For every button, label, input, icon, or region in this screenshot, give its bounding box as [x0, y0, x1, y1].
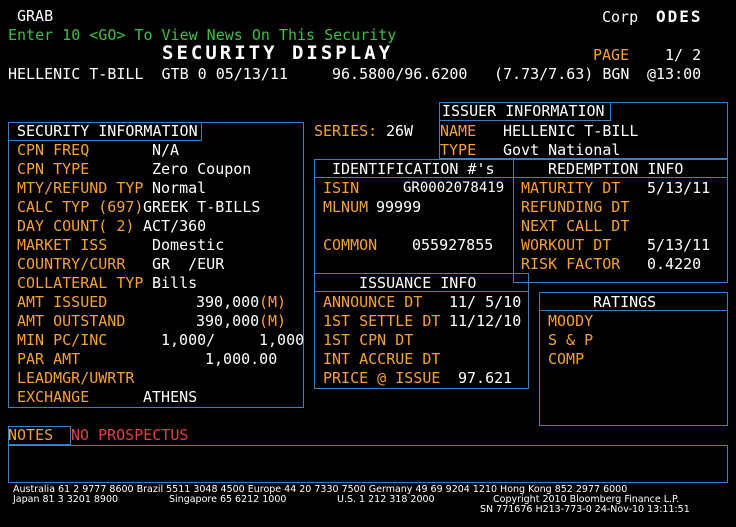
sec-value: Normal	[152, 179, 207, 197]
series-label: SERIES:	[314, 122, 378, 140]
redemption-title: REDEMPTION INFO	[548, 160, 684, 178]
notes-value: NO PROSPECTUS	[71, 426, 189, 444]
rating-agency: MOODY	[548, 312, 594, 330]
sec-label: CPN TYPE	[17, 160, 90, 178]
sec-value: ATHENS	[143, 388, 198, 406]
rating-agency: S & P	[548, 331, 594, 349]
issuance-label: INT ACCRUE DT	[323, 350, 441, 368]
sec-value: 390,000	[196, 293, 260, 311]
odes-label: ODES	[656, 7, 703, 26]
grab-label: GRAB	[17, 7, 54, 25]
issuer-type-value: Govt National	[503, 141, 621, 159]
sec-label: CPN FREQ	[17, 141, 90, 159]
sec-label: CALC TYP (697)	[17, 198, 144, 216]
issuer-info-title: ISSUER INFORMATION	[442, 102, 605, 120]
security-line: HELLENIC T-BILL GTB 0 05/13/11	[8, 65, 288, 83]
footer-us: U.S. 1 212 318 2000	[337, 494, 435, 505]
sec-label: EXCHANGE	[17, 388, 90, 406]
notes-label: NOTES	[8, 426, 54, 444]
sec-label: MTY/REFUND TYP	[17, 179, 144, 197]
issuance-label: PRICE @ ISSUE	[323, 369, 441, 387]
redemption-label: MATURITY DT	[521, 179, 621, 197]
price-time: @13:00	[647, 65, 702, 83]
identification-title: IDENTIFICATION #'s	[332, 160, 495, 178]
footer-japan: Japan 81 3 3201 8900	[13, 494, 119, 505]
redemption-value: 5/13/11	[647, 236, 711, 254]
corp-label: Corp	[602, 8, 639, 26]
sec-value: 1,000.00	[205, 350, 278, 368]
sec-label: LEADMGR/UWRTR	[17, 369, 135, 387]
bid-ask-yield: (7.73/7.63) BGN	[494, 65, 630, 83]
bid-ask-price: 96.5800/96.6200	[332, 65, 468, 83]
redemption-value: 5/13/11	[647, 179, 711, 197]
sec-value: Domestic	[152, 236, 225, 254]
security-info-title: SECURITY INFORMATION	[17, 122, 198, 140]
issuance-label: 1ST SETTLE DT	[323, 312, 441, 330]
sec-label: PAR AMT	[17, 350, 81, 368]
redemption-label: NEXT CALL DT	[521, 217, 630, 235]
sec-label: DAY COUNT( 2)	[17, 217, 135, 235]
isin-label: ISIN	[323, 179, 360, 197]
redemption-label: RISK FACTOR	[521, 255, 621, 273]
issuance-title: ISSUANCE INFO	[359, 274, 477, 292]
sec-label: COUNTRY/CURR	[17, 255, 126, 273]
sec-label: AMT OUTSTAND	[17, 312, 126, 330]
issuer-name-label: NAME	[440, 122, 477, 140]
redemption-label: WORKOUT DT	[521, 236, 612, 254]
sec-value: GREEK T-BILLS	[143, 198, 261, 216]
sec-value: 390,000	[196, 312, 260, 330]
page-title: SECURITY DISPLAY	[162, 42, 394, 64]
issuer-type-label: TYPE	[440, 141, 477, 159]
issuance-value: 97.621	[458, 369, 513, 387]
redemption-label: REFUNDING DT	[521, 198, 630, 216]
mlnum-label: MLNUM	[323, 198, 369, 216]
sec-value: N/A	[152, 141, 180, 159]
sec-value-2: 1,000	[259, 331, 305, 349]
footer-singapore: Singapore 65 6212 1000	[169, 494, 287, 505]
isin-value: GR0002078419	[403, 180, 505, 196]
ratings-title: RATINGS	[593, 293, 657, 311]
sec-value: GR /EUR	[152, 255, 225, 273]
notes-panel	[8, 445, 728, 483]
issuance-label: ANNOUNCE DT	[323, 293, 423, 311]
common-value: 055927855	[412, 236, 494, 254]
page-label: PAGE	[593, 46, 630, 64]
sec-value: ACT/360	[143, 217, 207, 235]
sec-suffix: (M)	[259, 293, 287, 311]
sec-value: Bills	[152, 274, 198, 292]
sec-value: 1,000/	[161, 331, 216, 349]
issuance-label: 1ST CPN DT	[323, 331, 414, 349]
sec-label: AMT ISSUED	[17, 293, 108, 311]
footer-serial: SN 771676 H213-773-0 24-Nov-10 13:11:51	[480, 504, 690, 515]
mlnum-value: 99999	[376, 198, 422, 216]
series-value: 26W	[386, 122, 414, 140]
sec-label: MARKET ISS	[17, 236, 108, 254]
rating-agency: COMP	[548, 350, 585, 368]
issuance-value: 11/ 5/10	[449, 293, 522, 311]
redemption-value: 0.4220	[647, 255, 702, 273]
sec-suffix: (M)	[259, 312, 287, 330]
common-label: COMMON	[323, 236, 378, 254]
sec-value: Zero Coupon	[152, 160, 252, 178]
page-number: 1/ 2	[665, 46, 702, 64]
sec-label: COLLATERAL TYP	[17, 274, 144, 292]
issuance-value: 11/12/10	[449, 312, 522, 330]
issuer-name-value: HELLENIC T-BILL	[503, 122, 639, 140]
sec-label: MIN PC/INC	[17, 331, 108, 349]
